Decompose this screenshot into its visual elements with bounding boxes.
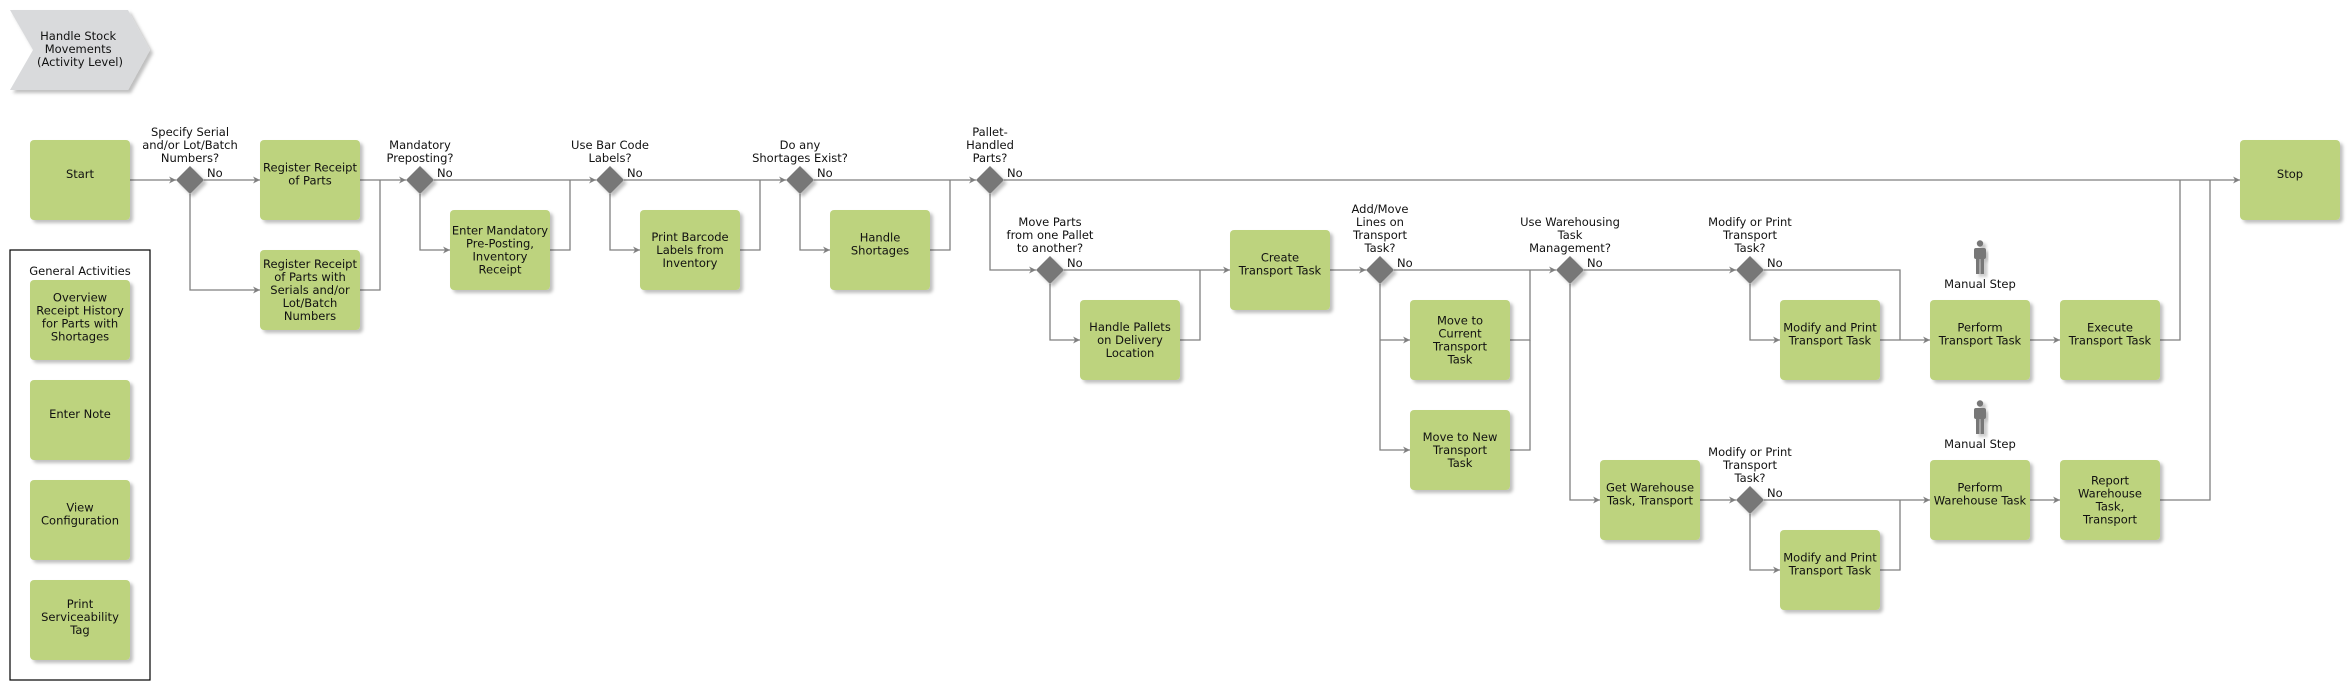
- activity-modify-print2[interactable]: Modify and Print Transport Task: [1780, 530, 1880, 610]
- activity-enter-preposting[interactable]: Enter Mandatory Pre-Posting, Inventory Rece…: [450, 210, 550, 290]
- decision-diamond[interactable]: [596, 166, 624, 194]
- flow-connector: [360, 180, 381, 291]
- general-activity-item[interactable]: View Configuration: [30, 480, 130, 560]
- decision-diamond[interactable]: [1736, 486, 1764, 514]
- decision-no-label: No: [207, 166, 223, 180]
- decision-no-label: No: [1007, 166, 1023, 180]
- decision-diamond[interactable]: [1736, 256, 1764, 284]
- decision-modify1[interactable]: Modify or Print Transport Task?No: [1708, 215, 1792, 284]
- flow-connector: [2160, 180, 2181, 341]
- flow-connector: [189, 194, 260, 294]
- activity-stop[interactable]: Stop: [2240, 140, 2340, 220]
- decision-no-label: No: [1587, 256, 1603, 270]
- activity-execute-transport[interactable]: Execute Transport Task: [2060, 300, 2160, 380]
- activity-report-warehouse[interactable]: Report Warehouse Task, Transport: [2060, 460, 2160, 540]
- decision-question: Add/Move Lines on Transport Task?: [1352, 202, 1409, 255]
- decision-barcode[interactable]: Use Bar Code Labels?No: [571, 138, 649, 194]
- process-diagram: Handle Stock Movements (Activity Level) …: [9, 10, 2340, 681]
- flow-connector: [1379, 284, 1410, 454]
- decision-question: Specify Serial and/or Lot/Batch Numbers?: [142, 125, 238, 165]
- decision-question: Use Warehousing Task Management?: [1520, 215, 1620, 255]
- decision-no-label: No: [627, 166, 643, 180]
- manual-step-label: Manual Step: [1944, 437, 2016, 451]
- activity-label: Modify and Print Transport Task: [1783, 551, 1877, 578]
- activity-perform-transport[interactable]: Perform Transport TaskManual Step: [1930, 240, 2030, 380]
- decision-diamond[interactable]: [406, 166, 434, 194]
- decision-no-label: No: [1767, 256, 1783, 270]
- process-title-chevron: Handle Stock Movements (Activity Level): [10, 10, 150, 90]
- process-title: Handle Stock Movements (Activity Level): [37, 29, 123, 69]
- activity-perform-warehouse[interactable]: Perform Warehouse TaskManual Step: [1930, 400, 2030, 540]
- general-activity-item[interactable]: Overview Receipt History for Parts with Sho…: [30, 280, 130, 360]
- flow-connector: [1569, 284, 1600, 504]
- decision-preposting[interactable]: Mandatory Preposting?No: [386, 138, 454, 194]
- decision-diamond[interactable]: [1036, 256, 1064, 284]
- flow-connector: [1510, 270, 1531, 341]
- manual-step-label: Manual Step: [1944, 277, 2016, 291]
- decision-diamond[interactable]: [176, 166, 204, 194]
- activity-start[interactable]: Start: [30, 140, 130, 220]
- flow-connector: [1049, 284, 1080, 344]
- decision-no-label: No: [1767, 486, 1783, 500]
- decision-question: Do any Shortages Exist?: [752, 138, 848, 165]
- activity-label: Print Barcode Labels from Inventory: [651, 230, 728, 270]
- activity-handle-pallets[interactable]: Handle Pallets on Delivery Location: [1080, 300, 1180, 380]
- activity-handle-shortages[interactable]: Handle Shortages: [830, 210, 930, 290]
- manual-step-actor: Manual Step: [1944, 400, 2016, 451]
- decision-shortages[interactable]: Do any Shortages Exist?No: [752, 138, 848, 194]
- flow-connector: [419, 194, 450, 254]
- flow-connector: [1880, 500, 1901, 571]
- person-icon: [1974, 400, 1986, 434]
- decision-no-label: No: [437, 166, 453, 180]
- flow-connector: [609, 194, 640, 254]
- flow-connector: [1749, 514, 1780, 574]
- decision-question: Modify or Print Transport Task?: [1708, 445, 1792, 485]
- person-icon: [1974, 240, 1986, 274]
- activity-label: Enter Note: [49, 407, 111, 421]
- activity-label: Stop: [2277, 167, 2303, 181]
- activity-register-receipt[interactable]: Register Receipt of Parts: [260, 140, 360, 220]
- decision-question: Use Bar Code Labels?: [571, 138, 649, 165]
- flow-connector: [1749, 284, 1780, 344]
- decision-diamond[interactable]: [1366, 256, 1394, 284]
- decision-no-label: No: [1067, 256, 1083, 270]
- decision-move-parts[interactable]: Move Parts from one Pallet to another?No: [1007, 215, 1094, 284]
- activity-move-current[interactable]: Move to Current Transport Task: [1410, 300, 1510, 380]
- activity-label: Start: [66, 167, 95, 181]
- activity-create-transport[interactable]: Create Transport Task: [1230, 230, 1330, 310]
- decision-pallet[interactable]: Pallet-Handled Parts?No: [966, 125, 1023, 194]
- decision-question: Mandatory Preposting?: [386, 138, 453, 165]
- flow-connector: [799, 194, 830, 254]
- activity-move-new[interactable]: Move to New Transport Task: [1410, 410, 1510, 490]
- decision-question: Pallet-Handled Parts?: [966, 125, 1014, 165]
- activity-modify-print1[interactable]: Modify and Print Transport Task: [1780, 300, 1880, 380]
- decision-serial[interactable]: Specify Serial and/or Lot/Batch Numbers?No: [142, 125, 238, 194]
- general-activities-title: General Activities: [29, 264, 130, 278]
- flow-nodes: Start Specify Serial and/or Lot/Batch Numbe…: [30, 125, 2340, 660]
- decision-no-label: No: [1397, 256, 1413, 270]
- activity-register-serials[interactable]: Register Receipt of Parts with Serials and…: [260, 250, 360, 330]
- general-activity-item[interactable]: Print Serviceability Tag: [30, 580, 130, 660]
- manual-step-actor: Manual Step: [1944, 240, 2016, 291]
- flow-connector: [1510, 340, 1531, 451]
- decision-no-label: No: [817, 166, 833, 180]
- activity-get-warehouse[interactable]: Get Warehouse Task, Transport: [1600, 460, 1700, 540]
- decision-diamond[interactable]: [786, 166, 814, 194]
- decision-diamond[interactable]: [1556, 256, 1584, 284]
- flow-connector: [1180, 270, 1201, 341]
- activity-print-barcode[interactable]: Print Barcode Labels from Inventory: [640, 210, 740, 290]
- flow-connector: [740, 180, 761, 251]
- flow-connector: [550, 180, 571, 251]
- decision-modify2[interactable]: Modify or Print Transport Task?No: [1708, 445, 1792, 514]
- activity-label: Modify and Print Transport Task: [1783, 321, 1877, 348]
- decision-question: Modify or Print Transport Task?: [1708, 215, 1792, 255]
- activity-label: Get Warehouse Task, Transport: [1606, 481, 1694, 508]
- decision-diamond[interactable]: [976, 166, 1004, 194]
- decision-warehousing[interactable]: Use Warehousing Task Management?No: [1520, 215, 1620, 284]
- flow-connector: [930, 180, 951, 251]
- general-activity-item[interactable]: Enter Note: [30, 380, 130, 460]
- decision-add-move[interactable]: Add/Move Lines on Transport Task?No: [1352, 202, 1413, 284]
- flow-edges: [130, 176, 2240, 574]
- decision-question: Move Parts from one Pallet to another?: [1007, 215, 1094, 255]
